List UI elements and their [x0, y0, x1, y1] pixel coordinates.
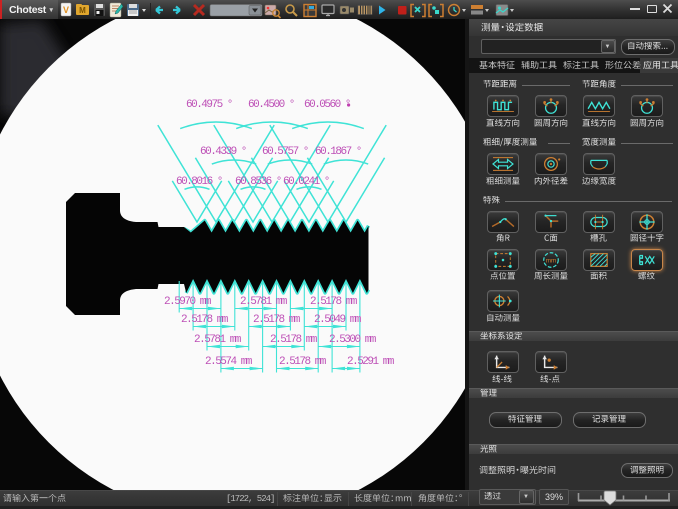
svg-text:mm: mm — [546, 257, 557, 264]
svg-text:V: V — [63, 5, 69, 15]
svg-text:M: M — [79, 6, 86, 15]
